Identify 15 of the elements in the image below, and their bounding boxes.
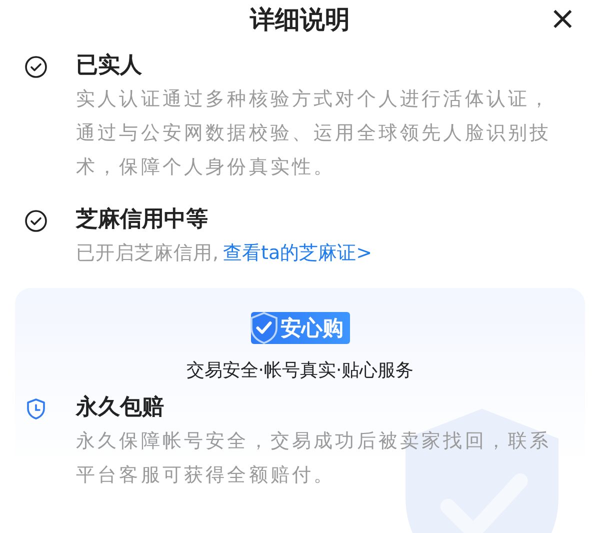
close-button[interactable]: × xyxy=(545,2,580,34)
item-description: 已开启芝麻信用, xyxy=(76,241,220,266)
item-title: 永久包赔 xyxy=(76,394,165,422)
item-description: 实人认证通过多种核验方式对个人进行活体认证，通过与公安网数据校验、运用全球领先人脸识别技术，保障个人身份真实性。 xyxy=(76,87,552,180)
shield-clock-icon xyxy=(24,397,48,421)
shield-check-icon xyxy=(248,311,278,345)
tagline: 交易安全·帐号真实·贴心服务 xyxy=(186,359,414,382)
item-title: 已实人 xyxy=(76,52,143,80)
item-title: 芝麻信用中等 xyxy=(76,206,209,234)
check-circle-icon xyxy=(24,209,48,233)
dialog-title: 详细说明 xyxy=(250,4,350,36)
item-description: 永久保障帐号安全，交易成功后被卖家找回，联系平台客服可获得全额赔付。 xyxy=(76,429,552,488)
check-circle-icon xyxy=(24,55,48,79)
guarantee-badge: 安心购 xyxy=(250,312,350,344)
sesame-link[interactable]: 查看ta的芝麻证> xyxy=(223,236,372,270)
